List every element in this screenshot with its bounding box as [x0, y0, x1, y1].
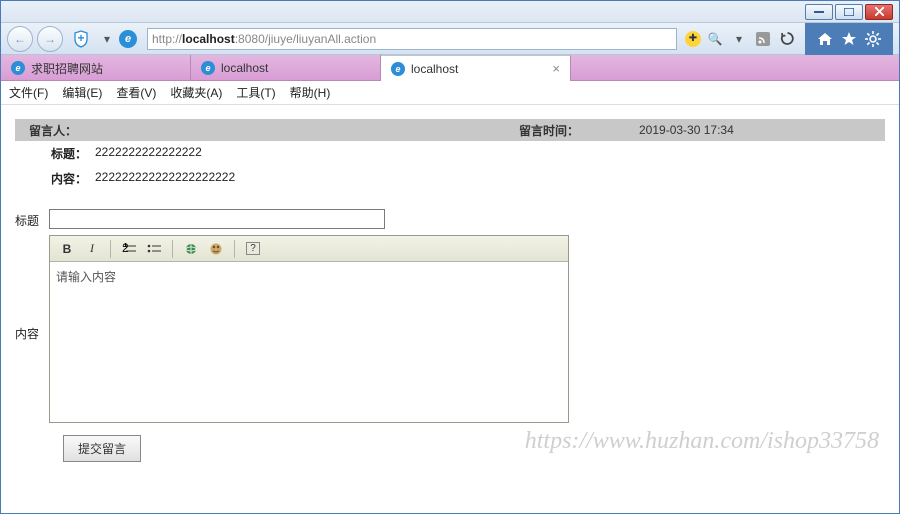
separator [172, 240, 173, 258]
back-button[interactable]: ← [7, 26, 33, 52]
ie-favicon-icon: e [391, 62, 405, 76]
image-button[interactable] [205, 239, 227, 259]
form-title-row: 标题 [15, 209, 885, 229]
editor-body[interactable]: 请输入内容 [50, 262, 568, 422]
svg-text:+: + [77, 31, 84, 45]
browser-toolbar: ← → + ▾ e http://localhost:8080/jiuye/li… [1, 23, 899, 55]
content-label: 内容： [15, 170, 95, 187]
tab-bar: e 求职招聘网站 e localhost e localhost × [1, 55, 899, 81]
menu-tools[interactable]: 工具(T) [236, 84, 275, 101]
favorites-icon[interactable] [839, 29, 859, 49]
close-tab-icon[interactable]: × [552, 61, 560, 76]
ordered-list-button[interactable]: 12 [118, 239, 140, 259]
tab-1[interactable]: e localhost [191, 55, 381, 81]
separator [234, 240, 235, 258]
arrow-right-icon: → [44, 32, 56, 46]
menu-edit[interactable]: 编辑(E) [62, 84, 102, 101]
search-icon[interactable]: 🔍 [705, 29, 725, 49]
page-content: 留言人： 留言时间： 2019-03-30 17:34 标题： 22222222… [1, 105, 899, 462]
unordered-list-button[interactable] [143, 239, 165, 259]
menu-help[interactable]: 帮助(H) [290, 84, 331, 101]
link-button[interactable] [180, 239, 202, 259]
time-label: 留言时间： [505, 122, 625, 139]
tab-label: localhost [221, 61, 268, 75]
editor-toolbar: B I 12 ? [50, 236, 568, 262]
arrow-left-icon: ← [14, 32, 26, 46]
form-title-label: 标题 [15, 209, 49, 229]
close-button[interactable] [865, 4, 893, 20]
italic-button[interactable]: I [81, 239, 103, 259]
author-label: 留言人： [15, 122, 505, 139]
svg-text:2: 2 [122, 243, 129, 255]
message-header-row: 留言人： 留言时间： 2019-03-30 17:34 [15, 119, 885, 141]
title-label: 标题： [15, 145, 95, 162]
content-row: 内容： 222222222222222222222 [15, 166, 885, 191]
rich-editor: B I 12 ? 请输入内容 [49, 235, 569, 423]
separator [110, 240, 111, 258]
chrome-buttons [805, 23, 893, 55]
window-titlebar [1, 1, 899, 23]
ie-logo-icon: e [119, 30, 137, 48]
notification-icon[interactable]: ✚ [685, 31, 701, 47]
tab-2-active[interactable]: e localhost × [381, 55, 571, 81]
url-prefix: http:// [152, 32, 182, 46]
refresh-button[interactable] [777, 29, 797, 49]
tab-label: 求职招聘网站 [31, 60, 103, 77]
help-button[interactable]: ? [242, 239, 264, 259]
forward-button[interactable]: → [37, 26, 63, 52]
settings-icon[interactable] [863, 29, 883, 49]
tab-0[interactable]: e 求职招聘网站 [1, 55, 191, 81]
bold-button[interactable]: B [56, 239, 78, 259]
form-content-label: 内容 [15, 235, 49, 342]
menu-view[interactable]: 查看(V) [116, 84, 156, 101]
ie-favicon-icon: e [201, 61, 215, 75]
time-value: 2019-03-30 17:34 [625, 123, 748, 137]
search-dropdown[interactable]: ▾ [729, 29, 749, 49]
maximize-button[interactable] [835, 4, 863, 20]
feeds-icon[interactable] [753, 29, 773, 49]
minimize-button[interactable] [805, 4, 833, 20]
title-row: 标题： 2222222222222222 [15, 141, 885, 166]
title-input[interactable] [49, 209, 385, 229]
security-shield-icon[interactable]: + [71, 29, 91, 49]
tab-label: localhost [411, 62, 458, 76]
home-icon[interactable] [815, 29, 835, 49]
content-value: 222222222222222222222 [95, 170, 235, 187]
menu-bar: 文件(F) 编辑(E) 查看(V) 收藏夹(A) 工具(T) 帮助(H) [1, 81, 899, 105]
url-path: :8080/jiuye/liuyanAll.action [235, 32, 376, 46]
title-value: 2222222222222222 [95, 145, 202, 162]
ie-favicon-icon: e [11, 61, 25, 75]
submit-button[interactable]: 提交留言 [63, 435, 141, 462]
menu-favorites[interactable]: 收藏夹(A) [170, 84, 222, 101]
menu-file[interactable]: 文件(F) [9, 84, 48, 101]
browser-window: ← → + ▾ e http://localhost:8080/jiuye/li… [0, 0, 900, 514]
address-bar[interactable]: http://localhost:8080/jiuye/liuyanAll.ac… [147, 28, 677, 50]
form-content-row: 内容 B I 12 ? 请输入内容 [15, 235, 885, 423]
url-host: localhost [182, 32, 235, 46]
dropdown-toggle[interactable]: ▾ [97, 29, 117, 49]
